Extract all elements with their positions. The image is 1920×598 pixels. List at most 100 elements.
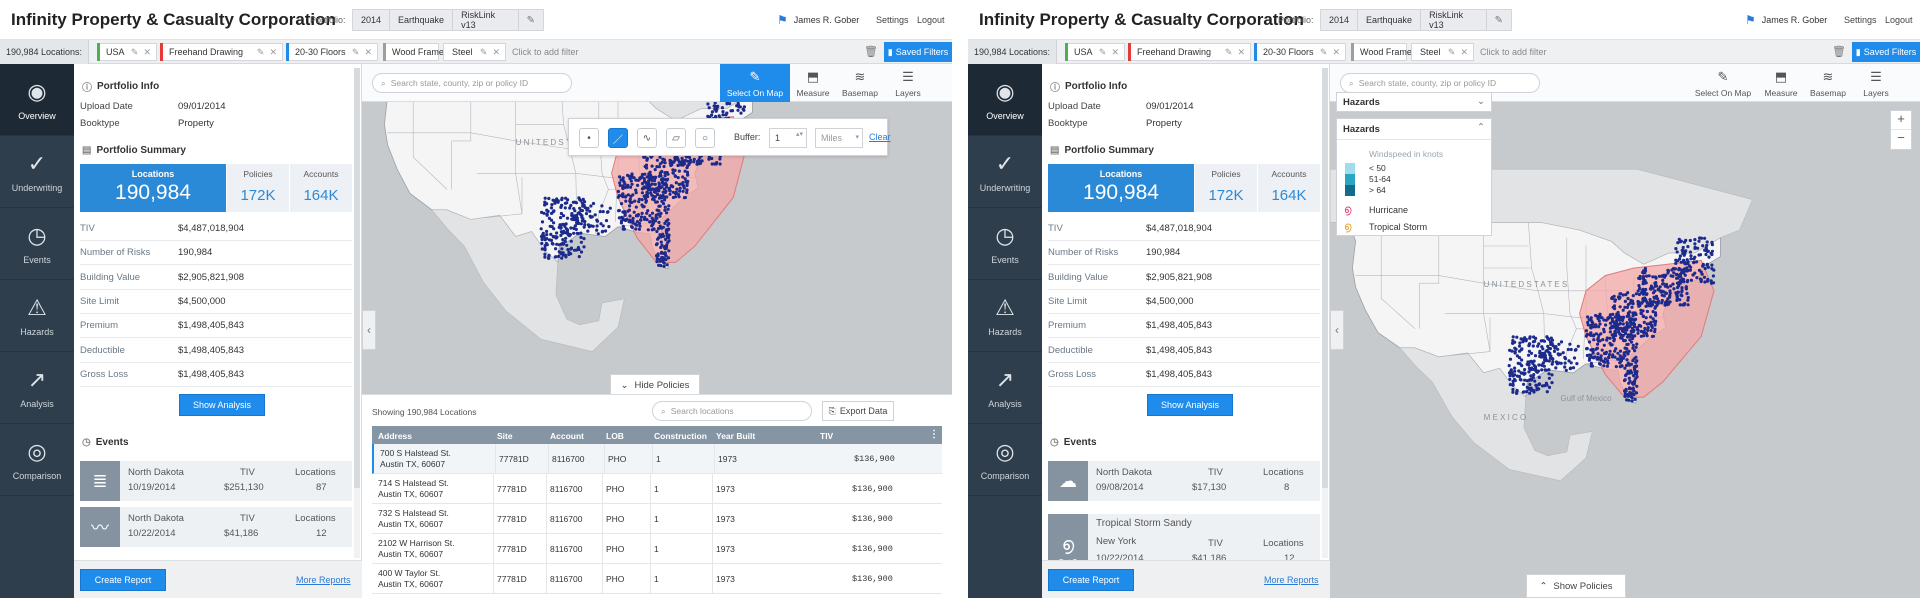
pencil-icon[interactable]: ✎: [1320, 47, 1328, 58]
close-icon[interactable]: ✕: [269, 47, 277, 58]
filter-chip[interactable]: USA ✎ ✕: [1065, 43, 1125, 61]
create-report-button[interactable]: Create Report: [1048, 569, 1134, 591]
map-search-input[interactable]: ⌕ Search state, county, zip or policy ID: [1340, 73, 1540, 93]
units-select[interactable]: Miles ▾: [815, 128, 863, 148]
logout-link[interactable]: Logout: [917, 15, 945, 25]
filter-chip[interactable]: Steel ✎ ✕: [1411, 43, 1474, 61]
pencil-icon[interactable]: ✎: [1448, 47, 1456, 58]
nav-item-underwriting[interactable]: ✓ Underwriting: [0, 136, 74, 208]
pencil-icon[interactable]: ✎: [1487, 10, 1511, 30]
pencil-icon[interactable]: ✎: [131, 47, 139, 58]
close-icon[interactable]: ✕: [1460, 47, 1468, 58]
filter-chip[interactable]: Wood Frame✎✕: [1351, 43, 1437, 61]
show-analysis-button[interactable]: Show Analysis: [179, 394, 265, 416]
close-icon[interactable]: ✕: [1332, 47, 1340, 58]
pencil-icon[interactable]: ✎: [1225, 47, 1233, 58]
table-row[interactable]: 714 S Halstead St. Austin TX, 60607 77781D…: [372, 474, 942, 504]
nav-item-overview[interactable]: ◉ Overview: [968, 64, 1042, 136]
map-area[interactable]: U N I T E D S T A T E S M E X I C O Gulf o…: [1330, 64, 1920, 598]
buffer-input[interactable]: 1 ▴▾: [769, 128, 807, 148]
chevron-up-icon[interactable]: ⌃: [1477, 122, 1485, 133]
select-on-map-button[interactable]: ✎ Select On Map: [720, 64, 790, 102]
column-header[interactable]: TIV: [820, 431, 833, 441]
settings-link[interactable]: Settings: [1844, 15, 1877, 25]
scrollbar-thumb[interactable]: [1322, 68, 1328, 488]
filter-chip[interactable]: Freehand Drawing ✎ ✕: [160, 43, 283, 61]
nav-item-events[interactable]: ◷ Events: [0, 208, 74, 280]
filter-chip[interactable]: 20-30 Floors ✎ ✕: [286, 43, 378, 61]
table-row[interactable]: 700 S Halstead St. Austin TX, 60607 77781D…: [372, 444, 942, 474]
column-header[interactable]: Year Built: [716, 431, 755, 441]
filter-chip[interactable]: Steel ✎ ✕: [443, 43, 506, 61]
user-menu[interactable]: ⚑ James R. Gober: [777, 13, 859, 27]
stepper-icon[interactable]: ▴▾: [796, 131, 803, 138]
select-on-map-button[interactable]: ✎ Select On Map: [1688, 64, 1758, 102]
layers-button[interactable]: ☰ Layers: [1852, 64, 1900, 102]
filter-chip[interactable]: 20-30 Floors ✎ ✕: [1254, 43, 1346, 61]
event-card[interactable]: 〰 North Dakota 10/22/2014 TIV $41,186 Locatio…: [80, 507, 352, 547]
pencil-icon[interactable]: ✎: [480, 47, 488, 58]
pencil-icon[interactable]: ✎: [1099, 47, 1107, 58]
settings-link[interactable]: Settings: [876, 15, 909, 25]
logout-link[interactable]: Logout: [1885, 15, 1913, 25]
map-area[interactable]: U N I T E D S T A T E S ⌕ Search state, co…: [362, 64, 952, 598]
add-filter[interactable]: Click to add filter: [1480, 47, 1547, 57]
location-search-input[interactable]: ⌕ Search locations: [652, 401, 812, 421]
zoom-in-button[interactable]: +: [1891, 111, 1911, 130]
event-card[interactable]: ☁ North Dakota 09/08/2014 TIV $17,130 Locatio…: [1048, 461, 1320, 501]
table-row[interactable]: 732 S Halstead St. Austin TX, 60607 77781D…: [372, 504, 942, 534]
clear-link[interactable]: Clear: [869, 132, 891, 142]
hazards-dropdown[interactable]: Hazards ⌄: [1336, 92, 1492, 112]
column-menu-icon[interactable]: ⋮: [929, 429, 939, 440]
accounts-stat[interactable]: Accounts 164K: [289, 164, 352, 212]
panel-scrollbar[interactable]: [354, 68, 360, 558]
close-icon[interactable]: ✕: [492, 47, 500, 58]
map-search-input[interactable]: ⌕ Search state, county, zip or policy ID: [372, 73, 572, 93]
measure-button[interactable]: ⬒ Measure: [790, 64, 836, 102]
filter-chip[interactable]: USA ✎ ✕: [97, 43, 157, 61]
portfolio-selector[interactable]: 2014 Earthquake RiskLink v13 ✎: [1320, 9, 1512, 31]
pencil-icon[interactable]: ✎: [257, 47, 265, 58]
panel-scrollbar[interactable]: [1322, 68, 1328, 558]
point-tool-icon[interactable]: •: [579, 128, 599, 148]
collapse-panel-arrow[interactable]: ‹: [362, 310, 376, 350]
scrollbar-thumb[interactable]: [354, 68, 360, 488]
line-tool-icon[interactable]: ／: [608, 128, 628, 148]
saved-filters-button[interactable]: ▮ Saved Filters: [884, 42, 952, 62]
basemap-button[interactable]: ≋ Basemap: [1804, 64, 1852, 102]
nav-item-overview[interactable]: ◉ Overview: [0, 64, 74, 136]
basemap-button[interactable]: ≋ Basemap: [836, 64, 884, 102]
more-reports-link[interactable]: More Reports: [1264, 575, 1319, 585]
table-row[interactable]: 2102 W Harrison St. Austin TX, 60607 77781…: [372, 534, 942, 564]
filter-chip[interactable]: Freehand Drawing ✎ ✕: [1128, 43, 1251, 61]
measure-button[interactable]: ⬒ Measure: [1758, 64, 1804, 102]
column-header[interactable]: Site: [497, 431, 513, 441]
show-analysis-button[interactable]: Show Analysis: [1147, 394, 1233, 416]
close-icon[interactable]: ✕: [143, 47, 151, 58]
freehand-tool-icon[interactable]: ∿: [637, 128, 657, 148]
event-card[interactable]: ≣ North Dakota 10/19/2014 TIV $251,130 Locati…: [80, 461, 352, 501]
more-reports-link[interactable]: More Reports: [296, 575, 351, 585]
nav-item-analysis[interactable]: ↗ Analysis: [0, 352, 74, 424]
close-icon[interactable]: ✕: [1111, 47, 1119, 58]
accounts-stat[interactable]: Accounts 164K: [1257, 164, 1320, 212]
policies-stat[interactable]: Policies 172K: [226, 164, 289, 212]
add-filter[interactable]: Click to add filter: [512, 47, 579, 57]
nav-item-analysis[interactable]: ↗ Analysis: [968, 352, 1042, 424]
table-row[interactable]: 400 W Taylor St. Austin TX, 60607 77781D 81…: [372, 564, 942, 594]
trash-icon[interactable]: 🗑: [1832, 45, 1846, 58]
locations-stat[interactable]: Locations 190,984: [80, 164, 226, 212]
hide-policies-button[interactable]: ⌄ Hide Policies: [610, 374, 700, 396]
circle-tool-icon[interactable]: ○: [695, 128, 715, 148]
column-header[interactable]: Construction: [654, 431, 707, 441]
column-header[interactable]: Account: [550, 431, 584, 441]
pencil-icon[interactable]: ✎: [352, 47, 360, 58]
portfolio-selector[interactable]: 2014 Earthquake RiskLink v13 ✎: [352, 9, 544, 31]
nav-item-comparison[interactable]: ◎ Comparison: [0, 424, 74, 496]
export-data-button[interactable]: ⎘ Export Data: [822, 401, 894, 421]
layers-button[interactable]: ☰ Layers: [884, 64, 932, 102]
nav-item-hazards[interactable]: ⚠ Hazards: [968, 280, 1042, 352]
trash-icon[interactable]: 🗑: [864, 45, 878, 58]
close-icon[interactable]: ✕: [364, 47, 372, 58]
zoom-out-button[interactable]: −: [1891, 130, 1911, 145]
